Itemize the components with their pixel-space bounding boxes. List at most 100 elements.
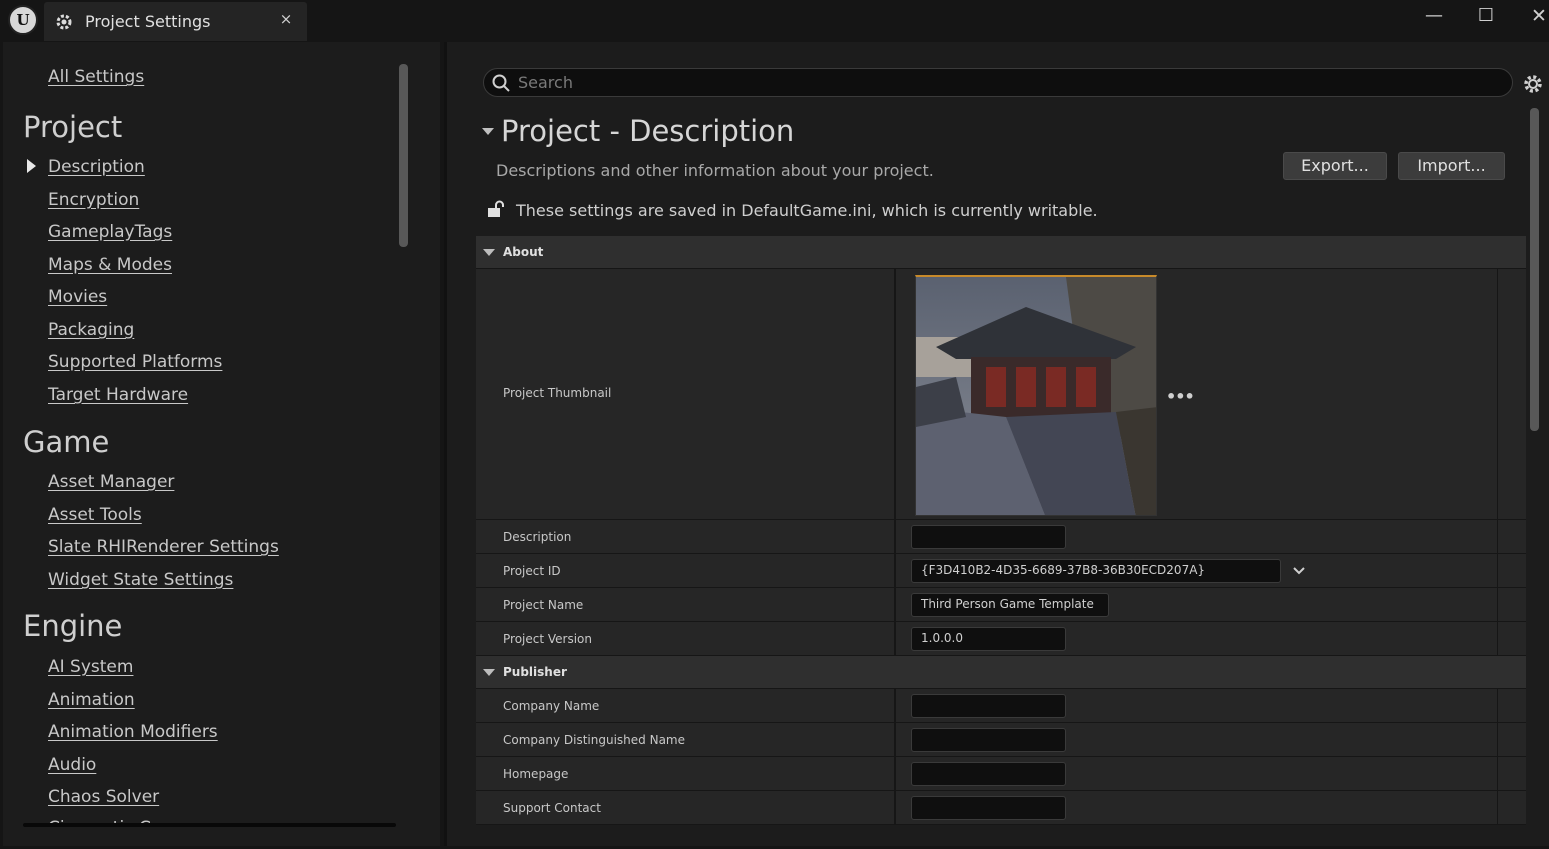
column-splitter <box>1497 520 1498 553</box>
column-splitter <box>1497 723 1498 756</box>
tab-close-button[interactable]: × <box>276 10 296 28</box>
nav-heading-project: Project <box>23 110 123 144</box>
company-name-field[interactable] <box>911 694 1066 718</box>
column-splitter[interactable] <box>894 689 896 722</box>
nav-item-ai-system[interactable]: AI System <box>48 657 133 677</box>
column-splitter <box>1497 622 1498 655</box>
property-label: Project ID <box>503 564 561 578</box>
collapse-arrow-icon[interactable] <box>482 128 494 135</box>
nav-item-animation-modifiers[interactable]: Animation Modifiers <box>48 722 218 742</box>
property-label: Homepage <box>503 767 569 781</box>
nav-all-settings[interactable]: All Settings <box>48 67 144 87</box>
tab-project-settings[interactable]: Project Settings × <box>44 2 307 41</box>
search-icon <box>492 74 510 92</box>
table-row: Company Distinguished Name <box>476 723 1526 757</box>
collapse-arrow-icon[interactable] <box>483 669 495 676</box>
nav-item-widget-state[interactable]: Widget State Settings <box>48 570 233 590</box>
column-splitter[interactable] <box>894 757 896 790</box>
sidebar-scrollbar[interactable] <box>399 64 408 247</box>
description-field[interactable] <box>911 525 1066 549</box>
column-splitter <box>1497 689 1498 722</box>
collapse-arrow-icon[interactable] <box>483 249 495 256</box>
nav-heading-game: Game <box>23 425 110 459</box>
column-splitter[interactable] <box>894 554 896 587</box>
nav-item-packaging[interactable]: Packaging <box>48 320 134 340</box>
settings-cog-icon <box>56 14 72 30</box>
column-splitter[interactable] <box>894 622 896 655</box>
nav-item-chaos-solver[interactable]: Chaos Solver <box>48 787 159 807</box>
column-splitter <box>1497 269 1498 519</box>
company-distinguished-name-field[interactable] <box>911 728 1066 752</box>
table-row: Project Version 1.0.0.0 <box>476 622 1526 656</box>
page-description: Descriptions and other information about… <box>496 161 934 180</box>
column-splitter[interactable] <box>894 723 896 756</box>
category-about[interactable]: About <box>476 236 1526 269</box>
unreal-logo-icon[interactable]: U <box>8 5 38 35</box>
property-label: Project Thumbnail <box>503 386 612 400</box>
column-splitter[interactable] <box>894 791 896 824</box>
column-splitter <box>1497 554 1498 587</box>
property-label: Company Name <box>503 699 600 713</box>
table-row: Homepage <box>476 757 1526 791</box>
nav-item-supported-platforms[interactable]: Supported Platforms <box>48 352 222 372</box>
config-writable-notice: These settings are saved in DefaultGame.… <box>516 201 1098 220</box>
main-scrollbar[interactable] <box>1530 108 1539 431</box>
thumbnail-options-button[interactable]: ••• <box>1166 387 1195 406</box>
category-label: About <box>503 245 544 259</box>
minimize-button[interactable]: — <box>1419 4 1449 28</box>
nav-item-movies[interactable]: Movies <box>48 287 107 307</box>
property-label: Support Contact <box>503 801 601 815</box>
nav-item-gameplaytags[interactable]: GameplayTags <box>48 222 172 242</box>
chevron-down-icon[interactable] <box>1292 564 1306 578</box>
search-box[interactable] <box>483 68 1513 97</box>
sidebar-horizontal-scrollbar[interactable] <box>23 823 396 827</box>
property-label: Description <box>503 530 572 544</box>
settings-sidebar: All Settings Project Description Encrypt… <box>3 42 440 846</box>
nav-item-maps-modes[interactable]: Maps & Modes <box>48 255 172 275</box>
nav-item-asset-manager[interactable]: Asset Manager <box>48 472 174 492</box>
window-close-button[interactable]: ✕ <box>1524 4 1549 28</box>
table-row: Project Name Third Person Game Template <box>476 588 1526 622</box>
project-version-field[interactable]: 1.0.0.0 <box>911 627 1066 651</box>
project-id-field[interactable]: {F3D410B2-4D35-6689-37B8-36B30ECD207A} <box>911 559 1281 583</box>
nav-item-asset-tools[interactable]: Asset Tools <box>48 505 142 525</box>
table-row: Project ID {F3D410B2-4D35-6689-37B8-36B3… <box>476 554 1526 588</box>
maximize-button[interactable]: ☐ <box>1471 4 1501 28</box>
column-splitter <box>1497 757 1498 790</box>
project-thumbnail[interactable] <box>915 275 1157 516</box>
title-bar: U Project Settings × — ☐ ✕ <box>0 0 1549 42</box>
search-input[interactable] <box>518 71 1498 94</box>
category-label: Publisher <box>503 665 567 679</box>
nav-heading-engine: Engine <box>23 609 123 643</box>
nav-item-description[interactable]: Description <box>48 157 145 177</box>
nav-item-slate-rhirenderer[interactable]: Slate RHIRenderer Settings <box>48 537 279 557</box>
table-row: Description <box>476 520 1526 554</box>
column-splitter <box>1497 588 1498 621</box>
nav-item-encryption[interactable]: Encryption <box>48 190 139 210</box>
column-splitter[interactable] <box>894 269 896 519</box>
tab-label: Project Settings <box>85 12 211 31</box>
export-button[interactable]: Export... <box>1283 152 1387 180</box>
support-contact-field[interactable] <box>911 796 1066 820</box>
homepage-field[interactable] <box>911 762 1066 786</box>
selected-arrow-icon <box>27 159 36 173</box>
thumbnail-image <box>916 277 1156 515</box>
table-row: Project Thumbnail ••• <box>476 269 1526 520</box>
property-label: Company Distinguished Name <box>503 733 686 747</box>
table-row: Support Contact <box>476 791 1526 825</box>
category-publisher[interactable]: Publisher <box>476 656 1526 689</box>
project-name-field[interactable]: Third Person Game Template <box>911 593 1109 617</box>
table-row: Company Name <box>476 689 1526 723</box>
nav-item-target-hardware[interactable]: Target Hardware <box>48 385 188 405</box>
property-label: Project Name <box>503 598 584 612</box>
page-title: Project - Description <box>501 114 795 148</box>
column-splitter[interactable] <box>894 520 896 553</box>
column-splitter[interactable] <box>894 588 896 621</box>
gear-icon[interactable] <box>1522 73 1544 95</box>
nav-item-audio[interactable]: Audio <box>48 755 96 775</box>
column-splitter <box>1497 791 1498 824</box>
import-button[interactable]: Import... <box>1398 152 1505 180</box>
lock-open-icon <box>488 200 504 217</box>
nav-item-animation[interactable]: Animation <box>48 690 135 710</box>
property-grid: About Project Thumbnail ••• Description … <box>476 236 1526 825</box>
